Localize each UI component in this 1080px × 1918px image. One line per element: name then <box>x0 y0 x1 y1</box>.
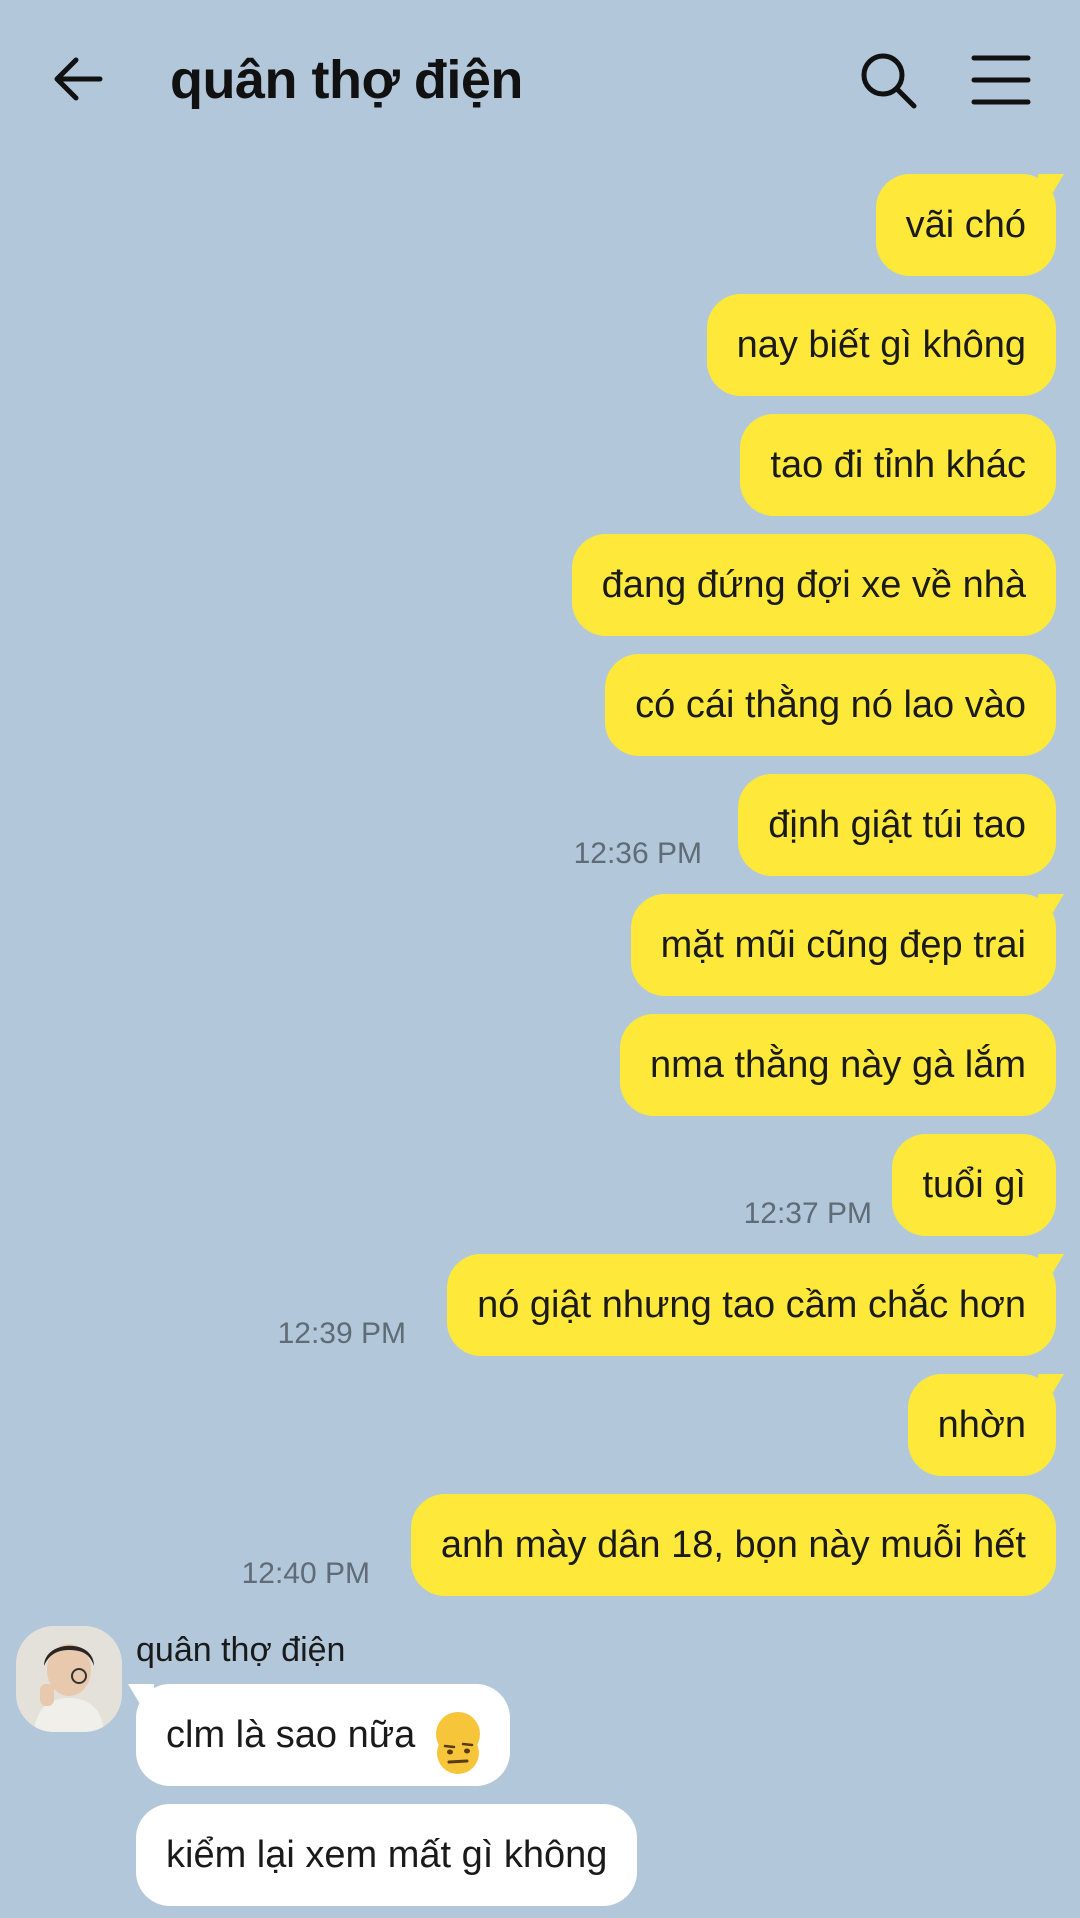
outgoing-message[interactable]: vãi chó <box>875 174 1056 276</box>
chat-screen: quân thợ điện vãi chó nay biết gì không … <box>0 0 1080 1918</box>
outgoing-message[interactable]: tuổi gì <box>892 1134 1056 1236</box>
message-text: clm là sao nữa <box>166 1714 416 1756</box>
menu-button[interactable] <box>970 52 1032 108</box>
message-row: nhờn <box>0 1374 1080 1476</box>
chat-header: quân thợ điện <box>0 0 1080 160</box>
message-text: kiểm lại xem mất gì không <box>166 1834 608 1876</box>
message-row: đang đứng đợi xe về nhà <box>0 534 1080 636</box>
message-row: tao đi tỉnh khác <box>0 414 1080 516</box>
outgoing-message[interactable]: anh mày dân 18, bọn này muỗi hết <box>410 1494 1056 1596</box>
outgoing-message[interactable]: đang đứng đợi xe về nhà <box>571 534 1056 636</box>
outgoing-message[interactable]: định giật túi tao <box>738 774 1056 876</box>
outgoing-message[interactable]: nó giật nhưng tao cầm chắc hơn <box>447 1254 1056 1356</box>
search-icon <box>861 53 917 109</box>
message-row: tuổi gì 12:37 PM <box>0 1134 1080 1236</box>
page-title: quân thợ điện <box>170 50 523 110</box>
incoming-message[interactable]: clm là sao nữa <box>136 1684 510 1786</box>
message-timestamp: 12:40 PM <box>241 1557 370 1590</box>
hamburger-menu-icon <box>971 55 1031 105</box>
outgoing-message[interactable]: nma thằng này gà lắm <box>619 1014 1056 1116</box>
message-row: định giật túi tao 12:36 PM <box>0 774 1080 876</box>
outgoing-message[interactable]: tao đi tỉnh khác <box>740 414 1056 516</box>
outgoing-message[interactable]: nay biết gì không <box>706 294 1056 396</box>
message-row: nma thằng này gà lắm <box>0 1014 1080 1116</box>
avatar[interactable] <box>16 1626 122 1732</box>
message-timestamp: 12:39 PM <box>277 1317 406 1350</box>
incoming-message[interactable]: kiểm lại xem mất gì không <box>136 1804 638 1906</box>
unamused-face-emoji-icon <box>435 1711 480 1774</box>
search-button[interactable] <box>858 50 920 112</box>
sender-name: quân thợ điện <box>136 1631 346 1669</box>
message-row: mặt mũi cũng đẹp trai <box>0 894 1080 996</box>
message-row: nay biết gì không <box>0 294 1080 396</box>
message-row: vãi chó <box>0 174 1080 276</box>
message-row: có cái thằng nó lao vào <box>0 654 1080 756</box>
back-button[interactable] <box>48 48 110 110</box>
message-timestamp: 12:36 PM <box>573 837 702 870</box>
arrow-left-icon <box>54 57 103 101</box>
outgoing-message[interactable]: mặt mũi cũng đẹp trai <box>630 894 1056 996</box>
outgoing-message[interactable]: nhờn <box>907 1374 1056 1476</box>
avatar-photo <box>16 1626 122 1732</box>
outgoing-message[interactable]: có cái thằng nó lao vào <box>605 654 1056 756</box>
message-row: anh mày dân 18, bọn này muỗi hết 12:40 P… <box>0 1494 1080 1596</box>
message-timestamp: 12:37 PM <box>743 1197 872 1230</box>
message-row: nó giật nhưng tao cầm chắc hơn 12:39 PM <box>0 1254 1080 1356</box>
